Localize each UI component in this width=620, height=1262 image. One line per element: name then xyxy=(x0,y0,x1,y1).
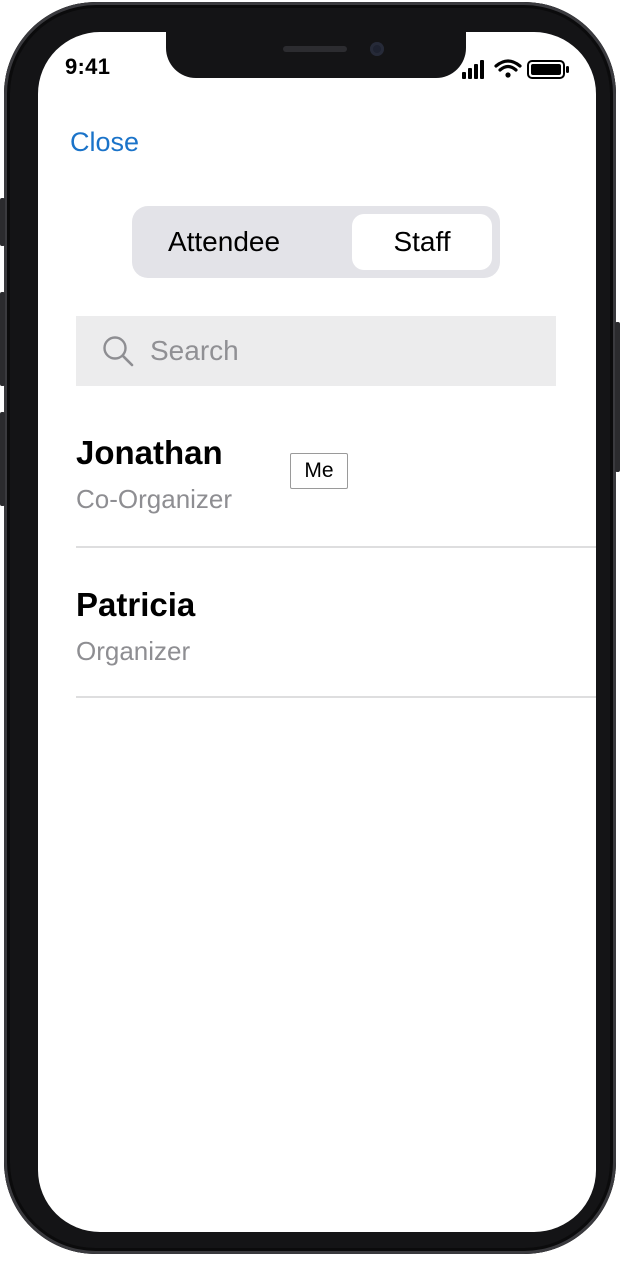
status-icons xyxy=(462,59,569,79)
battery-icon xyxy=(527,60,569,79)
close-button[interactable]: Close xyxy=(70,127,139,158)
segment-staff[interactable]: Staff xyxy=(352,214,492,270)
segment-attendee[interactable]: Attendee xyxy=(140,214,308,270)
list-item[interactable]: Patricia Organizer xyxy=(76,582,596,698)
front-camera xyxy=(370,42,384,56)
cellular-signal-icon xyxy=(462,60,484,79)
notch-speaker xyxy=(283,46,347,52)
phone-silent-switch xyxy=(0,198,5,246)
phone-frame: 9:41 Close Attendee Staff Search Jonatha… xyxy=(0,2,620,1254)
item-name: Jonathan xyxy=(76,434,223,471)
segmented-control: Attendee Staff xyxy=(132,206,500,278)
list-item[interactable]: Jonathan Me Co-Organizer xyxy=(76,430,596,548)
status-time: 9:41 xyxy=(65,54,111,79)
wifi-icon xyxy=(494,59,522,78)
item-role: Co-Organizer xyxy=(76,484,233,514)
app-screen: 9:41 Close Attendee Staff Search Jonatha… xyxy=(38,32,596,1232)
search-icon xyxy=(103,336,134,367)
item-role: Organizer xyxy=(76,636,191,666)
phone-volume-up-button xyxy=(0,292,5,386)
search-bar[interactable] xyxy=(76,316,556,386)
phone-volume-down-button xyxy=(0,412,5,506)
notch xyxy=(166,32,466,78)
search-input[interactable] xyxy=(150,316,540,386)
me-badge: Me xyxy=(290,453,348,489)
phone-power-button xyxy=(615,322,620,472)
item-name: Patricia xyxy=(76,586,196,623)
